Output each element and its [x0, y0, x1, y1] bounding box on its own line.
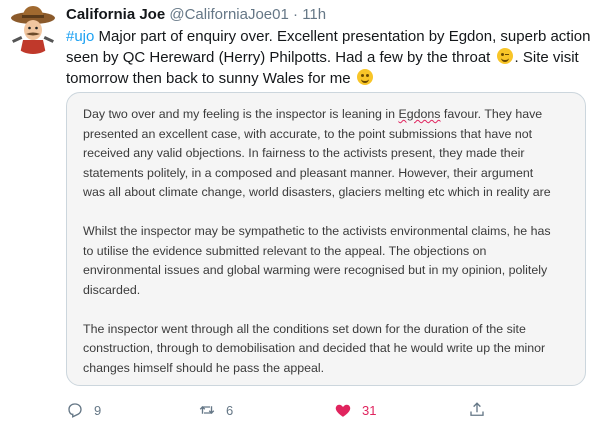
display-name[interactable]: California Joe — [66, 6, 165, 23]
misspelled-word: Egdons — [398, 107, 441, 121]
reply-icon — [68, 403, 82, 418]
like-count: 31 — [362, 402, 377, 418]
cowboy-avatar-icon — [11, 6, 55, 54]
smiling-face-icon — [356, 69, 373, 85]
tweet-actions: 9 6 31 — [66, 398, 592, 422]
timestamp[interactable]: 11h — [302, 6, 326, 23]
retweet-button[interactable]: 6 — [198, 398, 233, 422]
tweet-text: #ujo Major part of enquiry over. Excelle… — [66, 26, 592, 89]
note-text: Day two over and my feeling is the inspe… — [83, 105, 551, 385]
hashtag-link[interactable]: #ujo — [66, 28, 94, 45]
reply-button[interactable]: 9 — [66, 398, 101, 422]
handle[interactable]: @CaliforniaJoe01 — [169, 6, 288, 23]
tweet-text-part1: Major part of enquiry over. Excellent pr… — [66, 28, 591, 66]
note-paragraph-1-start: Day two over and my feeling is the inspe… — [83, 107, 399, 121]
share-icon — [470, 402, 484, 416]
note-paragraph-1: Day two over and my feeling is the inspe… — [83, 105, 551, 203]
like-button[interactable]: 31 — [334, 398, 376, 422]
retweet-icon — [199, 406, 215, 414]
note-paragraph-2: Whilst the inspector may be sympathetic … — [83, 224, 551, 297]
heart-icon — [335, 404, 351, 417]
attached-image[interactable]: Day two over and my feeling is the inspe… — [66, 92, 586, 386]
note-paragraph-3: The inspector went through all the condi… — [83, 321, 546, 375]
tweet-header: California Joe @CaliforniaJoe01 · 11h — [66, 4, 326, 26]
retweet-count: 6 — [226, 402, 234, 418]
reply-count: 9 — [94, 402, 102, 418]
winking-face-icon — [496, 48, 513, 64]
avatar[interactable] — [8, 4, 58, 54]
share-button[interactable] — [468, 398, 496, 422]
separator: · — [293, 6, 299, 23]
